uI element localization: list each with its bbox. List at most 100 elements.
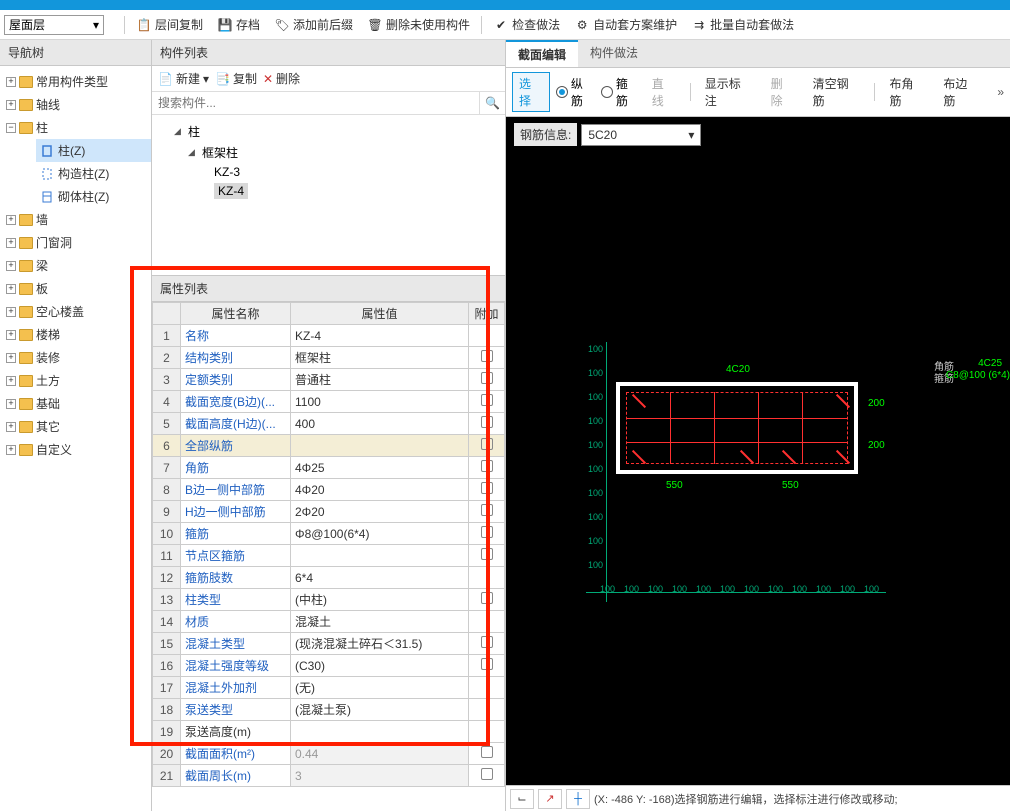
- prop-row-16[interactable]: 16混凝土强度等级(C30): [153, 655, 505, 677]
- tree-root[interactable]: ◢柱: [170, 121, 505, 142]
- prop-row-12[interactable]: 12箍筋肢数6*4: [153, 567, 505, 589]
- radio-horizontal[interactable]: 箍筋: [601, 75, 640, 109]
- section-canvas[interactable]: 角筋 箍筋 4C25 C8@100 (6*4) 4C20: [506, 152, 1010, 785]
- expand-icon: +: [6, 330, 16, 340]
- tick-h: 100: [864, 584, 879, 594]
- nav-item-1[interactable]: +轴线: [0, 93, 151, 116]
- prop-row-2[interactable]: 2结构类别框架柱: [153, 347, 505, 369]
- prop-row-18[interactable]: 18泵送类型(混凝土泵): [153, 699, 505, 721]
- nav-leaf-2[interactable]: 砌体柱(Z): [36, 185, 151, 208]
- clear-rebar-button[interactable]: 清空钢筋: [807, 73, 867, 111]
- nav-item-9[interactable]: +装修: [0, 346, 151, 369]
- check-method-button[interactable]: ✔检查做法: [488, 14, 565, 35]
- prop-row-9[interactable]: 9H边一侧中部筋2Φ20: [153, 501, 505, 523]
- delete-unused-button[interactable]: 🗑删除未使用构件: [362, 14, 475, 35]
- folder-icon: [19, 398, 33, 410]
- status-text: (X: -486 Y: -168)选择钢筋进行编辑，选择标注进行修改或移动;: [594, 791, 898, 807]
- nav-item-0[interactable]: +常用构件类型: [0, 70, 151, 93]
- nav-item-4[interactable]: +门窗洞: [0, 231, 151, 254]
- archive-button[interactable]: 💾存档: [212, 14, 265, 35]
- trash-icon: 🗑: [367, 17, 383, 33]
- nav-item-3[interactable]: +墙: [0, 208, 151, 231]
- radio-dot-icon: [556, 86, 568, 98]
- search-input[interactable]: [152, 92, 479, 114]
- prop-row-20[interactable]: 20截面面积(m²)0.44: [153, 743, 505, 765]
- legend-val1: 4C25: [978, 358, 1002, 369]
- prop-row-15[interactable]: 15混凝土类型(现浇混凝土碎石＜31.5): [153, 633, 505, 655]
- tree-l1[interactable]: ◢框架柱: [184, 142, 505, 163]
- tick-h: 100: [768, 584, 783, 594]
- collapse-icon: ◢: [188, 147, 198, 158]
- line-button[interactable]: 直线: [646, 73, 682, 111]
- prop-row-8[interactable]: 8B边一侧中部筋4Φ20: [153, 479, 505, 501]
- prop-row-4[interactable]: 4截面宽度(B边)(...1100: [153, 391, 505, 413]
- search-icon: 🔍: [485, 96, 500, 110]
- copy-icon: 📑: [215, 72, 230, 86]
- delete-button[interactable]: ✕删除: [263, 70, 300, 87]
- prop-row-13[interactable]: 13柱类型(中柱): [153, 589, 505, 611]
- checkbox-icon: [481, 438, 493, 450]
- prop-row-11[interactable]: 11节点区箍筋: [153, 545, 505, 567]
- delete-rebar-button[interactable]: 删除: [765, 73, 801, 111]
- tree-item-kz3[interactable]: KZ-3: [210, 163, 505, 181]
- radio-dot-icon: [601, 86, 613, 98]
- select-button[interactable]: 选择: [512, 72, 550, 112]
- prop-row-10[interactable]: 10箍筋Φ8@100(6*4): [153, 523, 505, 545]
- status-btn-3[interactable]: ┼: [566, 789, 590, 809]
- nav-item-13[interactable]: +自定义: [0, 438, 151, 461]
- tree-item-kz4[interactable]: KZ-4: [210, 181, 505, 201]
- nav-leaf-0[interactable]: 柱(Z): [36, 139, 151, 162]
- nav-item-10[interactable]: +土方: [0, 369, 151, 392]
- checkbox-icon: [481, 372, 493, 384]
- nav-item-12[interactable]: +其它: [0, 415, 151, 438]
- prop-row-19[interactable]: 19泵送高度(m): [153, 721, 505, 743]
- tab-section-edit[interactable]: 截面编辑: [506, 40, 578, 67]
- prop-row-17[interactable]: 17混凝土外加剂(无): [153, 677, 505, 699]
- batch-auto-button[interactable]: ⇉批量自动套做法: [686, 14, 799, 35]
- chevron-down-icon: ▾: [93, 18, 99, 32]
- prop-row-5[interactable]: 5截面高度(H边)(...400: [153, 413, 505, 435]
- edge-rebar-button[interactable]: 布边筋: [937, 73, 985, 111]
- radio-vertical[interactable]: 纵筋: [556, 75, 595, 109]
- expand-icon: +: [6, 261, 16, 271]
- folder-icon: [19, 122, 33, 134]
- folder-icon: [19, 214, 33, 226]
- prop-header: 属性列表: [152, 275, 505, 302]
- tab-method[interactable]: 构件做法: [578, 40, 650, 67]
- nav-leaf-1[interactable]: 构造柱(Z): [36, 162, 151, 185]
- rebar-select[interactable]: 5C20▾: [581, 124, 701, 146]
- prop-row-6[interactable]: 6全部纵筋: [153, 435, 505, 457]
- nav-item-5[interactable]: +梁: [0, 254, 151, 277]
- prop-row-14[interactable]: 14材质混凝土: [153, 611, 505, 633]
- folder-icon: [19, 99, 33, 111]
- status-btn-2[interactable]: ↗: [538, 789, 562, 809]
- expand-icon: +: [6, 422, 16, 432]
- prop-row-21[interactable]: 21截面周长(m)3: [153, 765, 505, 787]
- prop-row-7[interactable]: 7角筋4Φ25: [153, 457, 505, 479]
- copy-button[interactable]: 📑复制: [215, 70, 257, 87]
- expand-icon: +: [6, 77, 16, 87]
- new-button[interactable]: 📄新建 ▾: [158, 70, 209, 87]
- checkbox-icon: [481, 768, 493, 780]
- status-btn-1[interactable]: ⌙: [510, 789, 534, 809]
- expand-icon: +: [6, 215, 16, 225]
- search-button[interactable]: 🔍: [479, 92, 505, 114]
- nav-item-8[interactable]: +楼梯: [0, 323, 151, 346]
- show-dim-button[interactable]: 显示标注: [699, 73, 759, 111]
- corner-rebar-button[interactable]: 布角筋: [883, 73, 931, 111]
- pillar-icon: [40, 144, 54, 158]
- prop-row-3[interactable]: 3定额类别普通柱: [153, 369, 505, 391]
- prefix-suffix-button[interactable]: 🏷添加前后缀: [269, 14, 358, 35]
- layer-select[interactable]: 屋面层 ▾: [4, 15, 104, 35]
- auto-plan-button[interactable]: ⚙自动套方案维护: [569, 14, 682, 35]
- nav-item-2[interactable]: −柱: [0, 116, 151, 139]
- checkbox-icon: [481, 548, 493, 560]
- nav-item-6[interactable]: +板: [0, 277, 151, 300]
- prop-row-1[interactable]: 1名称KZ-4: [153, 325, 505, 347]
- nav-item-11[interactable]: +基础: [0, 392, 151, 415]
- tick-h: 100: [696, 584, 711, 594]
- nav-item-7[interactable]: +空心楼盖: [0, 300, 151, 323]
- more-icon[interactable]: »: [997, 85, 1004, 99]
- folder-icon: [19, 352, 33, 364]
- copy-between-layers-button[interactable]: 📋层间复制: [131, 14, 208, 35]
